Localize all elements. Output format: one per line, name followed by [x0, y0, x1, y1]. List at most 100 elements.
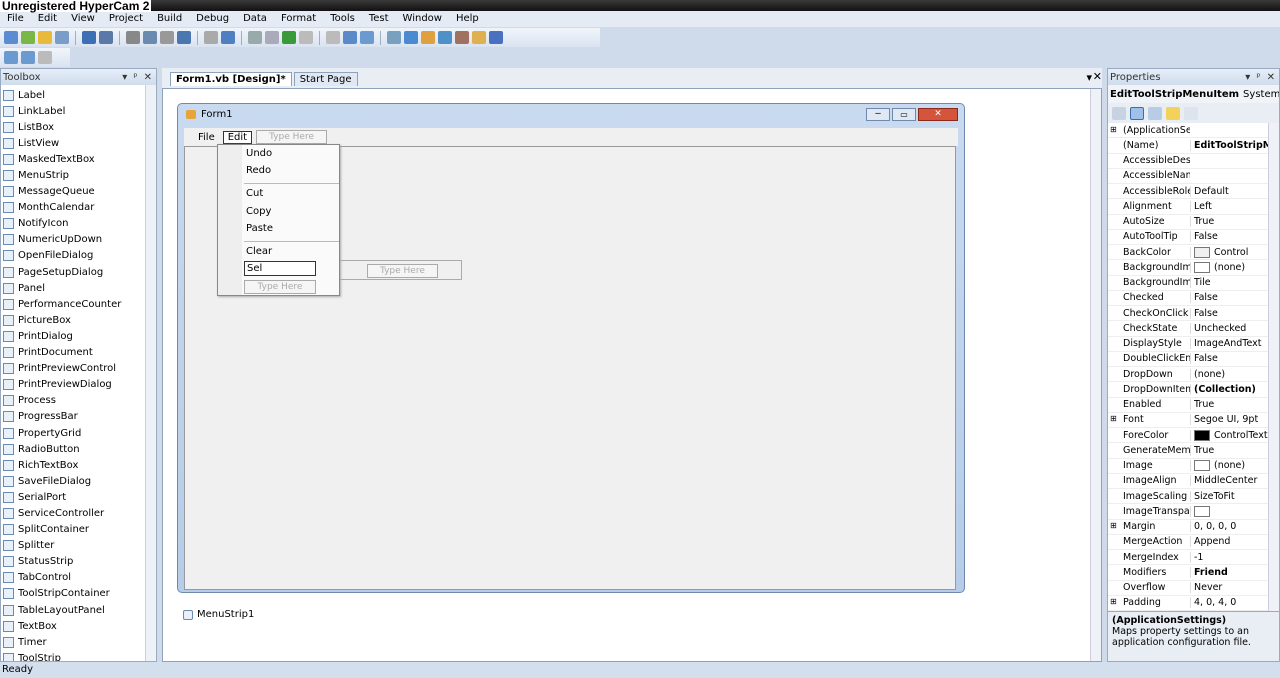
menu-item-paste[interactable]: Paste: [246, 223, 273, 234]
property-value[interactable]: True: [1190, 216, 1268, 228]
menu-item-undo[interactable]: Undo: [246, 148, 272, 159]
toolbar-button-icon[interactable]: [160, 31, 174, 44]
property-row[interactable]: BackColor Control: [1108, 245, 1268, 261]
property-value[interactable]: Never: [1190, 582, 1268, 594]
property-row[interactable]: ⊞ Font Segoe UI, 9pt: [1108, 413, 1268, 428]
property-row[interactable]: CheckState Unchecked: [1108, 321, 1268, 337]
toolbar-button-icon[interactable]: [360, 31, 374, 44]
close-icon[interactable]: ✕: [1267, 72, 1275, 83]
property-row[interactable]: Enabled True: [1108, 398, 1268, 413]
toolbox-item-printdialog[interactable]: PrintDialog: [1, 328, 156, 344]
toolbox-item-radiobutton[interactable]: RadioButton: [1, 441, 156, 457]
toolbar-button-icon[interactable]: [143, 31, 157, 44]
property-value[interactable]: Tile: [1190, 277, 1268, 289]
toolbox-item-printpreviewcontrol[interactable]: PrintPreviewControl: [1, 361, 156, 377]
toolbox-item-statusstrip[interactable]: StatusStrip: [1, 554, 156, 570]
toolbox-item-picturebox[interactable]: PictureBox: [1, 312, 156, 328]
close-icon[interactable]: ✕: [918, 108, 958, 121]
toolbox-item-label[interactable]: Label: [1, 87, 156, 103]
menu-file[interactable]: File: [194, 132, 219, 143]
toolbox-item-toolstrip[interactable]: ToolStrip: [1, 650, 156, 661]
toolbar-button-icon[interactable]: [455, 31, 469, 44]
property-row[interactable]: AccessibleRole Default: [1108, 184, 1268, 200]
property-row[interactable]: ForeColor ControlText: [1108, 428, 1268, 444]
toolbox-item-listview[interactable]: ListView: [1, 135, 156, 151]
designer-scrollbar[interactable]: [1090, 89, 1101, 661]
object-selector[interactable]: EditToolStripMenuItemSystem.Wi▾: [1108, 85, 1279, 103]
minimize-icon[interactable]: ‒: [866, 108, 890, 121]
toolbox-item-menustrip[interactable]: MenuStrip: [1, 167, 156, 183]
tab-1[interactable]: Start Page: [293, 72, 358, 86]
property-value[interactable]: Default: [1190, 185, 1268, 197]
property-row[interactable]: ⊞ Padding 4, 0, 4, 0: [1108, 596, 1268, 611]
property-row[interactable]: DisplayStyle ImageAndText: [1108, 337, 1268, 352]
property-row[interactable]: AutoToolTip False: [1108, 230, 1268, 245]
menu-debug[interactable]: Debug: [189, 11, 236, 27]
events-icon[interactable]: [1166, 106, 1180, 120]
toolbox-item-maskedtextbox[interactable]: MaskedTextBox: [1, 151, 156, 167]
property-row[interactable]: Alignment Left: [1108, 199, 1268, 215]
toolbox-item-linklabel[interactable]: LinkLabel: [1, 103, 156, 119]
menu-data[interactable]: Data: [236, 11, 274, 27]
menu-format[interactable]: Format: [274, 11, 323, 27]
toolbar-button-icon[interactable]: [438, 31, 452, 44]
menu-project[interactable]: Project: [102, 11, 150, 27]
toolbar-button-icon[interactable]: [387, 31, 401, 44]
property-row[interactable]: MergeIndex -1: [1108, 550, 1268, 566]
toolbar-button-icon[interactable]: [21, 51, 35, 64]
maximize-icon[interactable]: ▭: [892, 108, 916, 121]
menu-item-edit-input[interactable]: Sel: [244, 261, 316, 276]
toolbar-button-icon[interactable]: [177, 31, 191, 44]
property-row[interactable]: (Name) EditToolStripMe: [1108, 138, 1268, 154]
property-row[interactable]: DropDownItem (Collection): [1108, 382, 1268, 398]
toolbox-item-process[interactable]: Process: [1, 393, 156, 409]
tab-0[interactable]: Form1.vb [Design]*: [170, 72, 292, 86]
toolbox-item-progressbar[interactable]: ProgressBar: [1, 409, 156, 425]
toolbar-button-icon[interactable]: [38, 31, 52, 44]
property-row[interactable]: BackgroundIma (none): [1108, 260, 1268, 276]
property-row[interactable]: Overflow Never: [1108, 581, 1268, 596]
toolbar-button-icon[interactable]: [4, 51, 18, 64]
property-row[interactable]: MergeAction Append: [1108, 535, 1268, 550]
toolbox-item-tablelayoutpanel[interactable]: TableLayoutPanel: [1, 602, 156, 618]
toolbar-button-icon[interactable]: [248, 31, 262, 44]
toolbar-button-icon[interactable]: [204, 31, 218, 44]
property-row[interactable]: Checked False: [1108, 291, 1268, 306]
property-value[interactable]: True: [1190, 399, 1268, 411]
property-value[interactable]: (none): [1190, 368, 1268, 380]
property-value[interactable]: Control: [1190, 246, 1268, 258]
pin-icon[interactable]: ᵖ: [133, 72, 137, 83]
property-pages-icon[interactable]: [1184, 106, 1198, 120]
property-value[interactable]: (Collection): [1190, 383, 1268, 395]
toolbar-button-icon[interactable]: [221, 31, 235, 44]
toolbar-button-icon[interactable]: [4, 31, 18, 44]
menu-tools[interactable]: Tools: [323, 11, 362, 27]
toolbar-button-icon[interactable]: [472, 31, 486, 44]
property-value[interactable]: False: [1190, 231, 1268, 243]
toolbar-button-icon[interactable]: [82, 31, 96, 44]
property-value[interactable]: Unchecked: [1190, 322, 1268, 334]
toolbox-item-toolstripcontainer[interactable]: ToolStripContainer: [1, 586, 156, 602]
toolbox-item-serialport[interactable]: SerialPort: [1, 489, 156, 505]
property-row[interactable]: ImageTranspare: [1108, 504, 1268, 520]
property-value[interactable]: -1: [1190, 551, 1268, 563]
property-value[interactable]: Append: [1190, 536, 1268, 548]
property-value[interactable]: 4, 0, 4, 0: [1190, 597, 1268, 609]
property-row[interactable]: Modifiers Friend: [1108, 565, 1268, 581]
properties-icon[interactable]: [1148, 106, 1162, 120]
toolbox-item-printpreviewdialog[interactable]: PrintPreviewDialog: [1, 377, 156, 393]
property-value[interactable]: Left: [1190, 200, 1268, 212]
expand-icon[interactable]: ⊞: [1110, 521, 1117, 530]
tab-dropdown-icon[interactable]: ▾: [1086, 71, 1092, 84]
property-value[interactable]: False: [1190, 292, 1268, 304]
menu-window[interactable]: Window: [396, 11, 449, 27]
toolbox-item-richtextbox[interactable]: RichTextBox: [1, 457, 156, 473]
toolbox-item-servicecontroller[interactable]: ServiceController: [1, 505, 156, 521]
property-row[interactable]: GenerateMemb True: [1108, 443, 1268, 459]
toolbar-button-icon[interactable]: [421, 31, 435, 44]
property-value[interactable]: [1190, 505, 1268, 517]
property-value[interactable]: ControlText: [1190, 429, 1268, 441]
property-row[interactable]: AutoSize True: [1108, 215, 1268, 230]
categorized-icon[interactable]: [1112, 106, 1126, 120]
toolbar-button-icon[interactable]: [21, 31, 35, 44]
